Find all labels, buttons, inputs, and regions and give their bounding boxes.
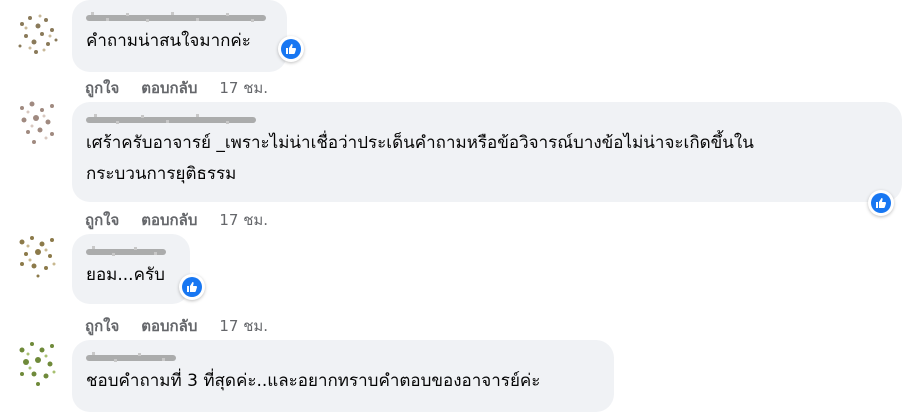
avatar[interactable] [8,4,66,62]
timestamp[interactable]: 17 ชม. [219,208,268,232]
avatar[interactable] [8,224,66,282]
comment-bubble: ชอบคำถามที่ 3 ที่สุดค่ะ..และอยากทราบคำตอ… [72,340,614,412]
comment-text: เศร้าครับอาจารย์ _เพราะไม่น่าเชื่อว่าประ… [86,133,754,184]
author-name-blurred[interactable] [86,8,273,26]
like-link[interactable]: ถูกใจ [85,314,119,338]
comment-actions: ถูกใจ ตอบกลับ 17 ชม. [85,76,268,100]
timestamp[interactable]: 17 ชม. [219,314,268,338]
author-name-blurred[interactable] [86,110,888,128]
timestamp[interactable]: 17 ชม. [219,76,268,100]
like-thumbs-up-icon [871,193,891,213]
avatar[interactable] [8,92,66,150]
like-thumbs-up-icon [182,277,202,297]
avatar[interactable] [8,332,66,390]
like-link[interactable]: ถูกใจ [85,208,119,232]
reply-link[interactable]: ตอบกลับ [141,76,197,100]
reaction-badge[interactable] [179,274,205,300]
comment-actions: ถูกใจ ตอบกลับ 17 ชม. [85,314,268,338]
comment-bubble: เศร้าครับอาจารย์ _เพราะไม่น่าเชื่อว่าประ… [72,102,902,202]
like-thumbs-up-icon [281,39,301,59]
comment-text: ชอบคำถามที่ 3 ที่สุดค่ะ..และอยากทราบคำตอ… [86,371,541,391]
reply-link[interactable]: ตอบกลับ [141,314,197,338]
comment-text: ยอม...ครับ [86,265,165,285]
comment-text: คำถามน่าสนใจมากค่ะ [86,31,251,51]
comment-bubble: คำถามน่าสนใจมากค่ะ [72,0,287,72]
comment-actions: ถูกใจ ตอบกลับ 17 ชม. [85,208,268,232]
like-link[interactable]: ถูกใจ [85,76,119,100]
reaction-badge[interactable] [868,190,894,216]
reply-link[interactable]: ตอบกลับ [141,208,197,232]
author-name-blurred[interactable] [86,348,600,366]
author-name-blurred[interactable] [86,242,176,260]
reaction-badge[interactable] [278,36,304,62]
comment-bubble: ยอม...ครับ [72,234,190,304]
